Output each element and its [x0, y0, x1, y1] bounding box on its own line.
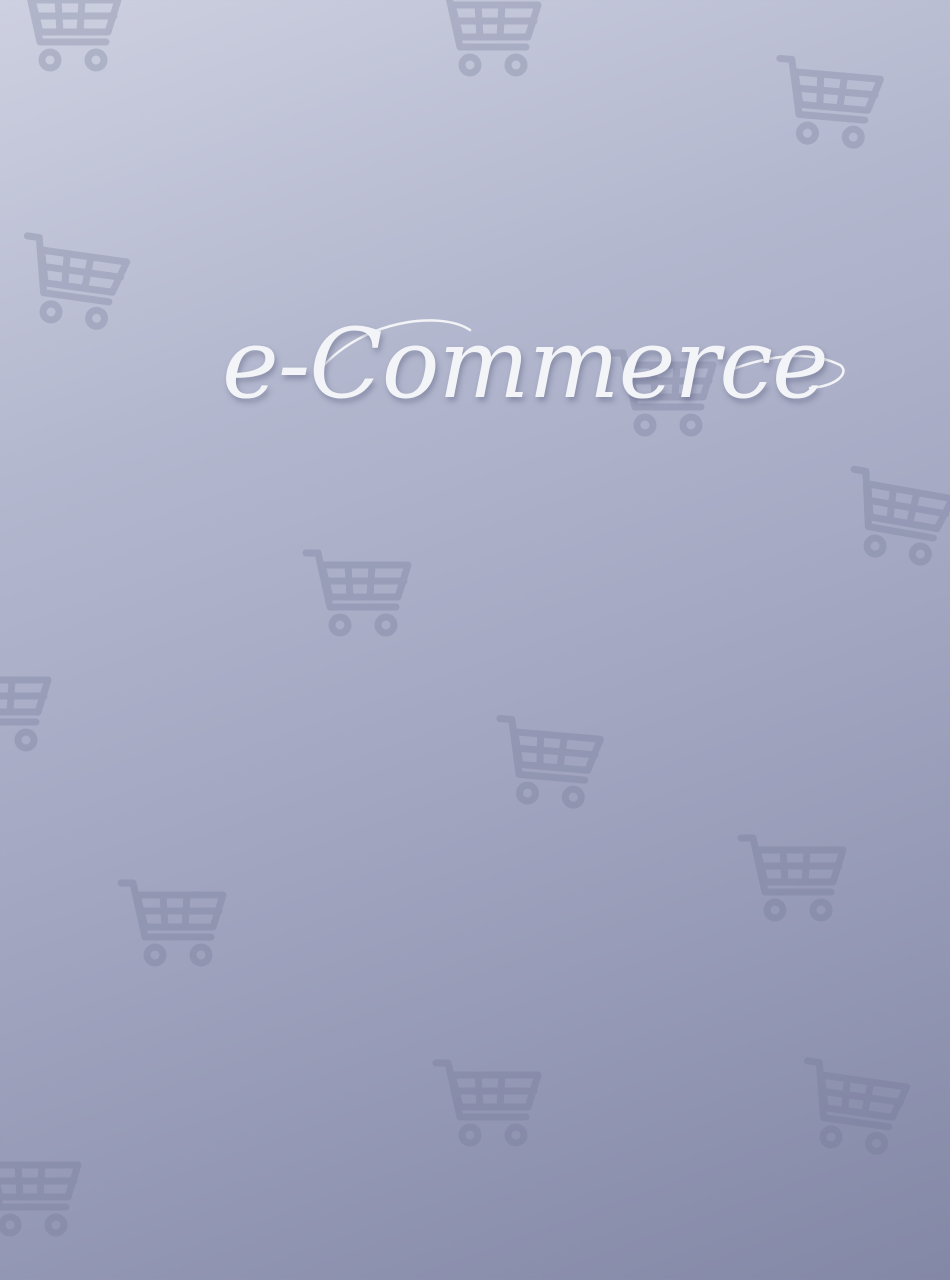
shopping-cart-icon	[0, 1145, 90, 1245]
shopping-cart-icon	[430, 0, 550, 85]
shopping-cart-icon	[9, 227, 142, 343]
shopping-cart-icon	[735, 830, 855, 930]
shopping-cart-icon	[430, 1055, 550, 1155]
shopping-cart-icon	[832, 460, 950, 579]
page: e-Commerce	[0, 0, 950, 1280]
shopping-cart-icon	[300, 545, 420, 645]
shopping-cart-icon	[115, 875, 235, 975]
shopping-cart-icon	[10, 0, 130, 80]
shopping-cart-icon	[766, 50, 894, 160]
shopping-cart-icon	[486, 710, 614, 820]
shopping-cart-icon	[789, 1052, 922, 1168]
page-heading: e-Commerce	[222, 308, 829, 420]
shopping-cart-icon	[0, 660, 60, 760]
heading-wrap: e-Commerce	[210, 300, 860, 440]
